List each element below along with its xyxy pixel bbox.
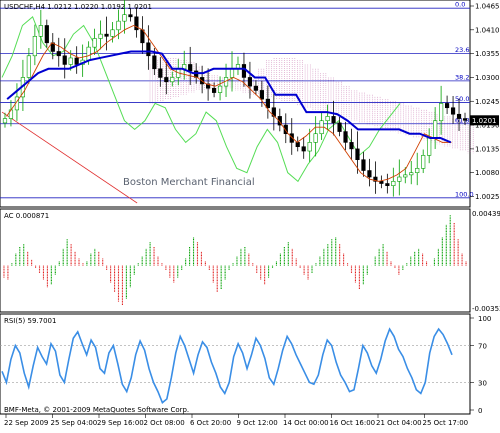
- candle-body: [110, 29, 115, 37]
- candle-body: [295, 142, 300, 148]
- candle-body: [32, 36, 37, 57]
- candle-body: [367, 170, 372, 178]
- candle-body: [397, 176, 402, 182]
- candle-body: [403, 174, 408, 178]
- fib-level-label: 0.0: [455, 1, 465, 9]
- chart-canvas: 0.023.638.250.061.8100.0 1.04651.04101.0…: [0, 0, 500, 427]
- candle-body: [307, 142, 312, 152]
- candle-body: [2, 118, 8, 124]
- rsi-tick-label: 70: [478, 343, 487, 351]
- candle-body: [331, 116, 336, 124]
- time-tick-label: 6 Oct 20:00: [190, 419, 231, 427]
- candle-body: [170, 77, 175, 83]
- fib-level-label: 100.0: [455, 190, 474, 198]
- time-tick-label: 29 Sep 16:00: [97, 419, 144, 427]
- candle-body: [343, 131, 348, 143]
- ac-panel-frame: [0, 208, 471, 313]
- candle-body: [427, 137, 432, 156]
- candle-body: [62, 55, 67, 65]
- candle-body: [211, 87, 217, 93]
- ac-tick-label: 0.004397: [472, 210, 500, 218]
- candle-body: [265, 98, 270, 109]
- candle-body: [456, 113, 462, 119]
- candle-body: [379, 181, 384, 184]
- chart-window: 0.0 23.6 38.2 50.0 61.8 100.0 1.0465 1.0410 1.0…: [0, 0, 500, 429]
- price-tick-label: 1.0300: [475, 74, 500, 82]
- candle-body: [433, 120, 438, 139]
- time-tick-label: 14 Oct 00:00: [283, 419, 329, 427]
- candle-body: [409, 172, 414, 176]
- candle-body: [313, 133, 318, 143]
- candle-body: [26, 55, 31, 78]
- rsi-tick-label: 0: [478, 407, 482, 415]
- fib-level-label: 23.6: [455, 46, 469, 54]
- price-chart-title: USDCHF,H4 1.0212 1.0220 1.0192 1.0201: [4, 3, 152, 11]
- current-price-label: 1.0201: [472, 117, 497, 125]
- candle-body: [74, 57, 79, 65]
- candle-body: [164, 77, 169, 83]
- time-tick-label: 22 Sep 2009: [4, 419, 48, 427]
- ac-title: AC 0.000871: [4, 212, 49, 220]
- candle-body: [361, 159, 366, 171]
- candle-body: [391, 181, 396, 186]
- price-tick-label: 1.0465: [475, 3, 500, 11]
- price-tick-label: 1.0025: [475, 193, 500, 201]
- candle-body: [247, 77, 253, 87]
- candle-body: [128, 14, 133, 18]
- ac-tick-label: -0.00353: [472, 305, 500, 313]
- candle-body: [158, 68, 163, 78]
- candle-body: [188, 64, 193, 72]
- candle-body: [325, 116, 330, 122]
- time-tick-label: 25 Sep 04:00: [51, 419, 98, 427]
- candle-body: [86, 46, 91, 61]
- rsi-tick-label: 100: [478, 315, 491, 323]
- time-tick-label: 2 Oct 08:00: [144, 419, 185, 427]
- candle-body: [229, 68, 235, 78]
- time-tick-label: 21 Oct 04:00: [376, 419, 422, 427]
- time-tick-label: 9 Oct 12:00: [237, 419, 278, 427]
- candle-body: [415, 168, 420, 173]
- candle-body: [253, 85, 259, 91]
- candle-body: [98, 33, 103, 39]
- rsi-tick-label: 30: [478, 379, 487, 387]
- candle-body: [355, 148, 360, 161]
- candle-body: [44, 25, 49, 44]
- time-tick-label: 25 Oct 17:00: [423, 419, 469, 427]
- candle-body: [122, 14, 127, 22]
- rsi-panel-frame: [0, 313, 471, 415]
- candle-body: [38, 25, 43, 37]
- watermark: Boston Merchant Financial: [123, 177, 255, 188]
- candle-body: [116, 20, 121, 31]
- candle-body: [68, 57, 73, 65]
- rsi-title: RSI(5) 59.7001: [4, 317, 56, 325]
- price-tick-label: 1.0080: [475, 169, 500, 177]
- candle-body: [337, 122, 342, 132]
- candle-body: [259, 90, 264, 100]
- candle-body: [450, 107, 456, 115]
- price-tick-label: 1.0135: [475, 145, 500, 153]
- candle-body: [444, 103, 450, 109]
- copyright-text: BMF-Meta, © 2001-2009 MetaQuotes Softwar…: [4, 406, 189, 414]
- candle-body: [146, 42, 151, 57]
- candle-body: [152, 55, 157, 70]
- candle-body: [217, 85, 223, 93]
- price-tick-label: 1.0245: [475, 98, 500, 106]
- candle-body: [349, 142, 354, 150]
- candle-body: [385, 183, 390, 186]
- fib-level-label: 38.2: [455, 73, 469, 81]
- price-tick-label: 1.0355: [475, 50, 500, 58]
- time-tick-label: 16 Oct 16:00: [330, 419, 376, 427]
- candle-body: [462, 118, 468, 121]
- price-tick-label: 1.0410: [475, 26, 500, 34]
- candle-body: [56, 51, 61, 57]
- candle-body: [92, 38, 97, 48]
- candle-body: [241, 64, 247, 78]
- candle-body: [104, 33, 109, 37]
- fib-level-label: 50.0: [455, 95, 469, 103]
- candle-body: [301, 146, 306, 152]
- candle-body: [439, 103, 444, 122]
- candle-body: [421, 155, 426, 169]
